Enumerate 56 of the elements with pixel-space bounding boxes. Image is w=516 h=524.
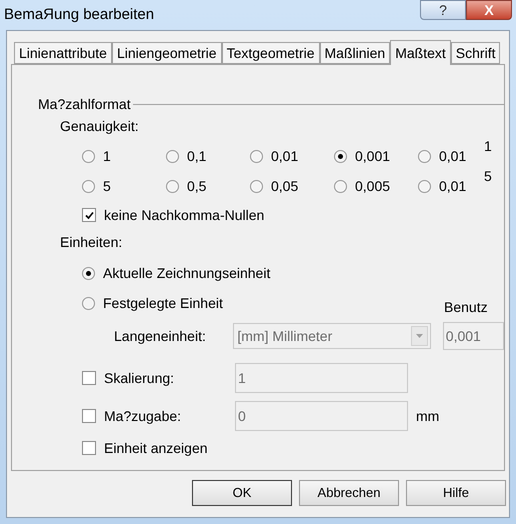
tab[interactable]: Maßtext [390,40,451,65]
radio-label: 0,005 [355,177,390,195]
radio-button[interactable] [82,180,95,192]
input-field[interactable]: 0 [235,401,408,431]
dialog-button[interactable]: Hilfe [406,480,506,506]
radio-button[interactable] [250,150,263,162]
help-button[interactable]: ? [420,0,466,20]
section-label: Genauigkeit: [60,117,139,135]
radio-label: 0,1 [187,147,206,165]
tab[interactable]: Textgeometrie [222,42,320,64]
radio-button[interactable] [334,150,347,162]
radio-button[interactable] [82,296,95,310]
column-heading: Benutz [444,298,488,316]
checkbox[interactable] [82,409,96,423]
input-field[interactable]: 1 [235,363,408,393]
dialog-button[interactable]: Abbrechen [299,480,399,506]
section-label: Einheiten: [60,233,122,251]
tab[interactable]: Schrift [450,42,500,64]
radio-label: 0,01 [439,147,466,165]
radio-button[interactable] [250,180,263,192]
field-label: Langeneinheit: [114,327,207,345]
radio-button[interactable] [82,266,95,280]
dialog-button[interactable]: OK [192,480,292,506]
radio-label: 0,5 [187,177,206,195]
checkbox-label: Skalierung: [104,369,174,387]
user-value-field[interactable]: 0,001 [442,322,504,350]
radio-label: 0,05 [271,177,298,195]
radio-label: Aktuelle Zeichnungseinheit [103,264,270,282]
unit-label: mm [416,407,440,425]
checkbox[interactable] [82,441,96,455]
checkbox-label: Einheit anzeigen [104,439,208,457]
checkbox-label: Ma?zugabe: [104,407,182,425]
radio-button[interactable] [166,180,179,192]
tab[interactable]: Maßlinien [320,42,390,64]
checkbox[interactable] [82,371,96,385]
radio-button[interactable] [418,180,431,192]
radio-label: 1 [103,147,111,165]
suffix-text: 5 [484,167,492,185]
radio-label: 0,001 [355,147,390,165]
suffix-text: 1 [484,137,492,155]
window-title: BemaЯung bearbeiten [4,4,154,25]
checkbox[interactable] [82,208,96,222]
checkbox-label: keine Nachkomma-Nullen [104,206,264,224]
radio-label: 5 [103,177,111,195]
radio-label: Festgelegte Einheit [103,294,223,312]
radio-button[interactable] [82,150,95,162]
radio-button[interactable] [418,150,431,162]
radio-button[interactable] [334,180,347,192]
group-title: Ma?zahlformat [38,95,131,113]
tab[interactable]: Linienattribute [14,42,112,64]
unit-dropdown[interactable]: [mm] Millimeter [233,323,431,349]
tab[interactable]: Liniengeometrie [112,42,222,64]
radio-label: 0,01 [271,147,298,165]
radio-button[interactable] [166,150,179,162]
checkmark-icon [84,210,94,220]
radio-label: 0,01 [439,177,466,195]
